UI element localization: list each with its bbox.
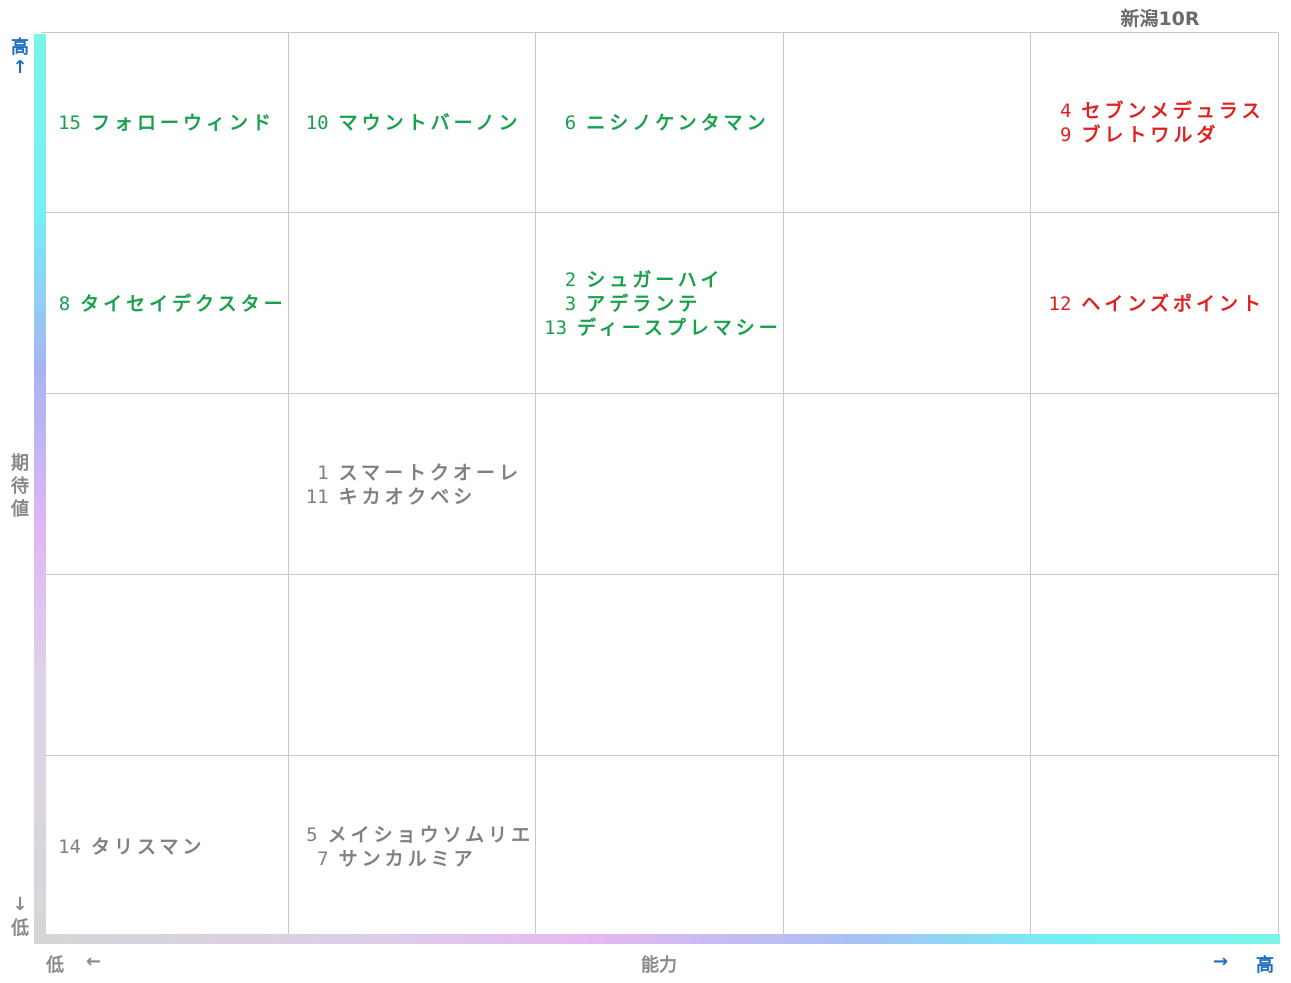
matrix-grid: 15 フォローウィンド 10 マウントバーノン 6 ニシノケンタマン 4 セブンメデュラス 9 ブ… [41,32,1279,937]
horse-entry: 10 マウントバーノン [295,111,535,135]
horse-name: スマートクオーレ [338,461,523,484]
grid-cell [41,394,289,575]
horse-entry: 3 アデランテ [542,292,782,316]
cell-entries: 5 メイショウソムリエ 7 サンカルミア [295,756,535,937]
y-axis-low-label: 低 [11,918,29,939]
horse-name: ヘインズポイント [1081,292,1266,315]
grid-cell [783,756,1032,937]
horse-entry: 15 フォローウィンド [47,111,287,135]
cell-entries: 15 フォローウィンド [47,32,287,213]
grid-cell [1031,756,1279,937]
horse-number: 10 [305,111,329,134]
x-axis-low-label: 低 [46,955,64,976]
horse-entry: 8 タイセイデクスター [47,292,287,316]
horse-entry: 6 ニシノケンタマン [542,111,782,135]
y-axis-title: 期待値 [9,452,31,521]
horse-name: ディースプレマシー [577,316,782,339]
y-axis-title-char: 待 [11,476,29,497]
horse-entry: 11 キカオクベシ [295,485,535,509]
cell-entries: 2 シュガーハイ 3 アデランテ 13 ディースプレマシー [542,213,782,394]
x-axis-title: 能力 [641,955,677,976]
grid-cell [783,394,1032,575]
horse-entry: 4 セブンメデュラス [1037,99,1277,123]
chart-title: 新潟10R [1120,8,1200,30]
horse-number: 7 [317,847,329,870]
horse-number: 11 [305,485,329,508]
horse-name: シュガーハイ [586,268,724,291]
horse-entry: 7 サンカルミア [295,847,535,871]
cell-entries: 6 ニシノケンタマン [542,32,782,213]
x-axis-gradient-bar [34,934,1280,944]
x-axis-right-arrow-icon: → [1213,951,1229,972]
cell-entries: 10 マウントバーノン [295,32,535,213]
horse-number: 3 [564,292,577,315]
horse-name: タイセイデクスター [80,292,287,315]
horse-number: 8 [58,292,71,315]
horse-entry: 5 メイショウソムリエ [295,823,535,847]
horse-name: メイショウソムリエ [327,823,535,846]
horse-name: タリスマン [91,835,206,858]
horse-entry: 2 シュガーハイ [542,268,782,292]
horse-name: セブンメデュラス [1081,99,1265,122]
x-axis-high-label: 高 [1256,955,1274,976]
horse-number: 12 [1048,292,1072,315]
grid-cell [288,575,537,756]
grid-cell [288,213,537,394]
y-axis-up-arrow-icon: ↑ [12,57,28,78]
horse-name: フォローウィンド [91,111,276,134]
grid-cell [783,575,1032,756]
cell-entries: 12 ヘインズポイント [1037,213,1277,394]
cell-entries: 14 タリスマン [47,756,287,937]
horse-name: アデランテ [586,292,702,315]
grid-cell [536,756,784,937]
grid-cell [536,394,784,575]
y-axis-title-char: 値 [11,499,29,520]
horse-name: マウントバーノン [338,111,522,134]
grid-cell [536,575,784,756]
y-axis-title-char: 期 [11,453,29,474]
horse-entry: 13 ディースプレマシー [542,316,782,340]
horse-name: キカオクベシ [338,485,477,508]
horse-entry: 14 タリスマン [47,835,287,859]
horse-number: 6 [564,111,577,134]
horse-name: ニシノケンタマン [586,111,770,134]
x-axis-left-arrow-icon: ← [86,951,102,972]
grid-cell [1031,394,1279,575]
horse-entry: 12 ヘインズポイント [1037,292,1277,316]
grid-cell [1031,575,1279,756]
horse-number: 1 [317,461,329,484]
horse-entry: 9 ブレトワルダ [1037,123,1277,147]
grid-cell [41,575,289,756]
cell-entries: 4 セブンメデュラス 9 ブレトワルダ [1037,32,1277,213]
horse-number: 14 [58,835,81,858]
cell-entries: 1 スマートクオーレ 11 キカオクベシ [295,394,535,575]
horse-number: 13 [544,316,568,339]
horse-number: 5 [306,823,318,846]
horse-name: ブレトワルダ [1081,123,1220,146]
y-axis-title-text: 期待値 [9,452,31,521]
y-axis-down-arrow-icon: ↓ [12,894,28,915]
horse-number: 2 [564,268,577,291]
y-axis-gradient-bar [34,34,46,936]
horse-number: 15 [58,111,81,134]
grid-cell [783,213,1032,394]
horse-name: サンカルミア [338,847,477,870]
grid-cell [783,32,1032,213]
horse-entry: 1 スマートクオーレ [295,461,535,485]
horse-number: 4 [1059,99,1072,122]
horse-number: 9 [1059,123,1072,146]
cell-entries: 8 タイセイデクスター [47,213,287,394]
